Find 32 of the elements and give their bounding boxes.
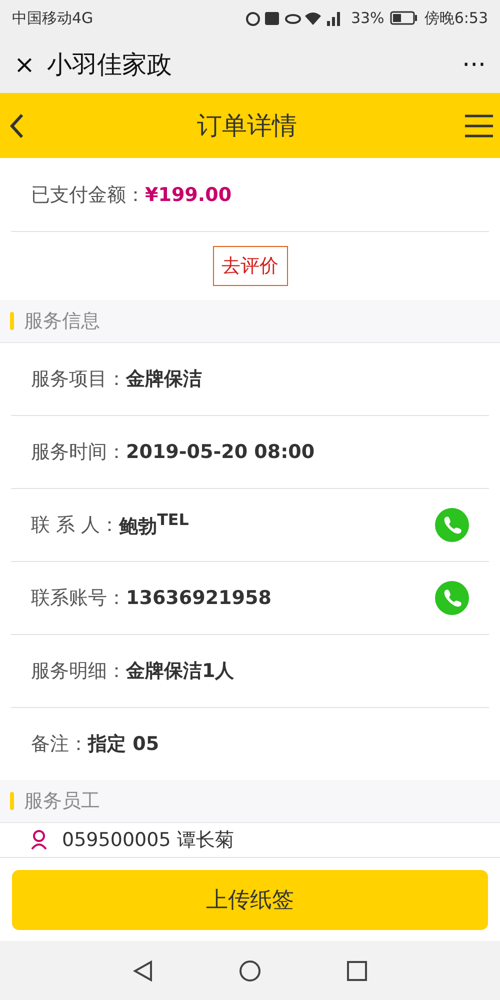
- field-value: 鲍勃$^{TEL}$: [119, 510, 189, 540]
- field-value: 指定 05: [88, 732, 160, 757]
- person-icon: [30, 830, 48, 850]
- page-title: 订单详情: [196, 110, 298, 142]
- upload-button[interactable]: 上传纸签: [12, 870, 488, 930]
- menu-icon[interactable]: [464, 114, 494, 138]
- field-value: 13636921958: [126, 587, 272, 609]
- field-label: 服务时间：: [31, 440, 126, 465]
- more-button[interactable]: ···: [462, 50, 486, 79]
- staff-name: 059500005 谭长菊: [62, 828, 234, 852]
- back-nav-icon[interactable]: [132, 960, 154, 982]
- home-nav-icon[interactable]: [238, 960, 261, 982]
- carrier-name: 中国移动4G: [12, 8, 94, 28]
- section-title: 服务员工: [24, 789, 100, 814]
- paid-label: 已支付金额：: [31, 182, 145, 208]
- battery-percent: 33%: [350, 9, 384, 27]
- field-label: 服务明细：: [31, 659, 126, 684]
- recents-nav-icon[interactable]: [346, 960, 368, 982]
- clock-time: 傍晚6:53: [424, 8, 488, 28]
- close-button[interactable]: ×: [14, 50, 35, 79]
- app-title: 小羽佳家政: [46, 49, 172, 81]
- paid-amount: ¥199.00: [145, 184, 232, 206]
- battery-icon: [390, 11, 418, 25]
- field-label: 联 系 人：: [31, 513, 120, 538]
- field-value: 金牌保洁: [126, 367, 202, 392]
- field-label: 备注：: [31, 732, 88, 757]
- field-label: 服务项目：: [31, 367, 126, 392]
- field-value: 金牌保洁1人: [126, 659, 234, 684]
- review-button[interactable]: 去评价: [212, 246, 288, 286]
- section-title: 服务信息: [24, 309, 100, 334]
- field-label: 联系账号：: [31, 586, 126, 611]
- field-value: 2019-05-20 08:00: [126, 441, 315, 463]
